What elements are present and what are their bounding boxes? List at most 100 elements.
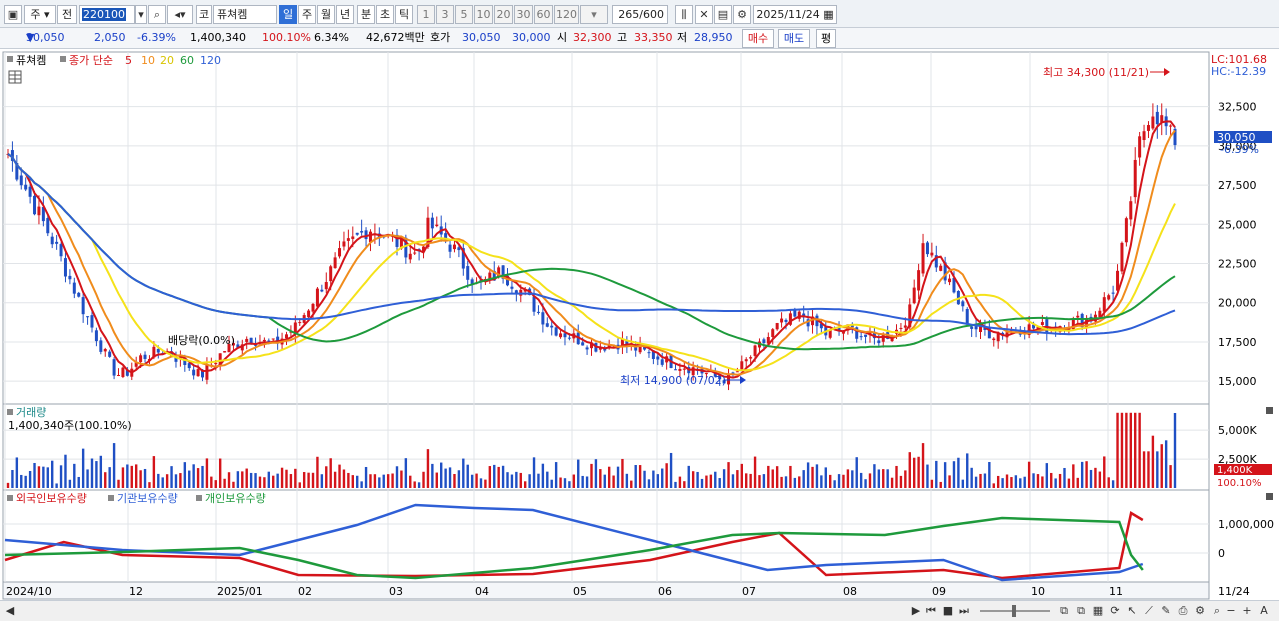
gear-icon[interactable]: ⚙: [733, 5, 751, 24]
period-second-button[interactable]: 초: [376, 5, 394, 24]
volume-bar: [749, 473, 752, 488]
candle-body: [744, 359, 748, 362]
volume-bar: [479, 478, 483, 488]
candle-body: [961, 301, 965, 307]
volume-bar: [205, 458, 209, 488]
buy-button[interactable]: 매수: [742, 29, 774, 48]
cursor-icon[interactable]: ↖: [1124, 603, 1140, 619]
holdings-panel-menu-icon[interactable]: [1266, 493, 1273, 500]
volume-bar: [996, 475, 1000, 488]
draw-icon[interactable]: ✎: [1158, 603, 1174, 619]
volume-bar: [899, 475, 903, 488]
volume-bar: [104, 472, 107, 488]
candle-body: [1124, 218, 1128, 243]
sell-button[interactable]: 매도: [778, 29, 810, 48]
period-minute-button[interactable]: 분: [357, 5, 375, 24]
interval-5-button[interactable]: 5: [455, 5, 473, 24]
volume-bar: [745, 473, 748, 488]
interval-1-button[interactable]: 1: [417, 5, 435, 24]
volume-current-pct: 100.10%: [1217, 478, 1262, 489]
play-icon[interactable]: ▶: [910, 603, 922, 619]
refresh-icon[interactable]: ⟳: [1107, 603, 1123, 619]
period-week-button[interactable]: 주: [298, 5, 316, 24]
settings-icon[interactable]: ⚙: [1192, 603, 1208, 619]
stop-icon[interactable]: ■: [941, 603, 955, 619]
candle-body: [338, 248, 342, 257]
legend-marker: [60, 56, 66, 62]
window-menu-icon[interactable]: ▣: [4, 5, 22, 24]
interval-30-button[interactable]: 30: [514, 5, 533, 24]
zoom-slider[interactable]: [980, 603, 1050, 619]
volume-bar: [767, 465, 770, 488]
stock-chart[interactable]: 32,50030,00027,50025,00022,50020,00017,5…: [0, 50, 1279, 600]
interval-3-button[interactable]: 3: [436, 5, 454, 24]
volume-bar: [1129, 412, 1132, 488]
price-change: 2,050: [94, 31, 126, 44]
zoom-out-icon[interactable]: −: [1224, 603, 1238, 619]
split-icon[interactable]: ⧉: [1073, 603, 1089, 619]
volume-bar: [793, 477, 797, 488]
chart-type-icon[interactable]: ⫼: [675, 5, 693, 24]
volume-bar: [829, 474, 832, 488]
period-month-button[interactable]: 월: [317, 5, 335, 24]
volume-bar: [245, 468, 248, 488]
candle-body: [1111, 292, 1115, 294]
volume-bar: [652, 470, 655, 488]
volume-bar: [179, 473, 182, 488]
candle-body: [554, 327, 558, 336]
stock-name-field[interactable]: 퓨쳐켐: [213, 5, 277, 24]
volume-bar: [722, 469, 726, 488]
interval-60-button[interactable]: 60: [534, 5, 553, 24]
print-icon[interactable]: ⎙: [1175, 603, 1191, 619]
legend-marker: [196, 495, 202, 501]
interval-custom-dropdown[interactable]: ▾: [580, 5, 608, 24]
volume-bar: [1010, 477, 1013, 488]
volume-bar: [11, 470, 14, 488]
volume-bar: [846, 469, 850, 488]
volume-panel-menu-icon[interactable]: [1266, 407, 1273, 414]
volume-bar: [630, 480, 633, 488]
interval-10-button[interactable]: 10: [474, 5, 493, 24]
interval-20-button[interactable]: 20: [494, 5, 513, 24]
volume-bar: [165, 474, 169, 488]
zoom-slider-handle[interactable]: [1012, 605, 1016, 617]
candle-body: [939, 265, 943, 271]
count-field[interactable]: 265/600: [612, 5, 668, 24]
scroll-left-icon[interactable]: ◀: [4, 603, 16, 619]
average-button[interactable]: 평: [816, 29, 836, 48]
period-tick-button[interactable]: 틱: [395, 5, 413, 24]
volume-bar: [285, 469, 288, 488]
code-dropdown-icon[interactable]: ▾: [135, 5, 147, 24]
legend-stock-name: 퓨쳐켐: [16, 54, 46, 67]
trend-icon[interactable]: ⟋: [1141, 603, 1157, 619]
candle-body: [351, 236, 355, 239]
layout-icon[interactable]: ⧉: [1056, 603, 1072, 619]
grid-icon[interactable]: ▦: [1090, 603, 1106, 619]
quote-bar: 30,050 ▼ 2,050 -6.39% 1,400,340 100.10% …: [0, 28, 1279, 49]
rewind-icon[interactable]: ⏮: [924, 603, 938, 619]
candle-body: [307, 310, 311, 318]
volume-bar: [55, 483, 58, 488]
interval-120-button[interactable]: 120: [554, 5, 579, 24]
sound-icon[interactable]: ◂▾: [167, 5, 193, 24]
volume-bar: [183, 462, 187, 488]
zoom-search-icon[interactable]: ⌕: [1209, 603, 1225, 619]
volume-bar: [700, 478, 704, 488]
forward-icon[interactable]: ⏭: [957, 603, 971, 619]
period-select[interactable]: 주 ▾: [24, 5, 56, 24]
candle-body: [77, 292, 81, 297]
prev-button[interactable]: 전: [57, 5, 77, 24]
period-year-button[interactable]: 년: [336, 5, 354, 24]
period-day-button[interactable]: 일: [279, 5, 297, 24]
search-icon[interactable]: ⌕: [148, 5, 166, 24]
volume-bar: [1160, 444, 1163, 488]
font-size-icon[interactable]: A: [1256, 603, 1272, 619]
stock-code-input[interactable]: 220100: [79, 5, 135, 24]
x-axis-label: 11: [1109, 585, 1123, 598]
volume-bar: [1001, 478, 1004, 488]
date-field[interactable]: 2025/11/24 ▦: [753, 5, 837, 24]
volume-bar: [811, 466, 814, 488]
tools-icon[interactable]: ✕: [695, 5, 713, 24]
save-icon[interactable]: ▤: [714, 5, 732, 24]
zoom-in-icon[interactable]: +: [1240, 603, 1254, 619]
